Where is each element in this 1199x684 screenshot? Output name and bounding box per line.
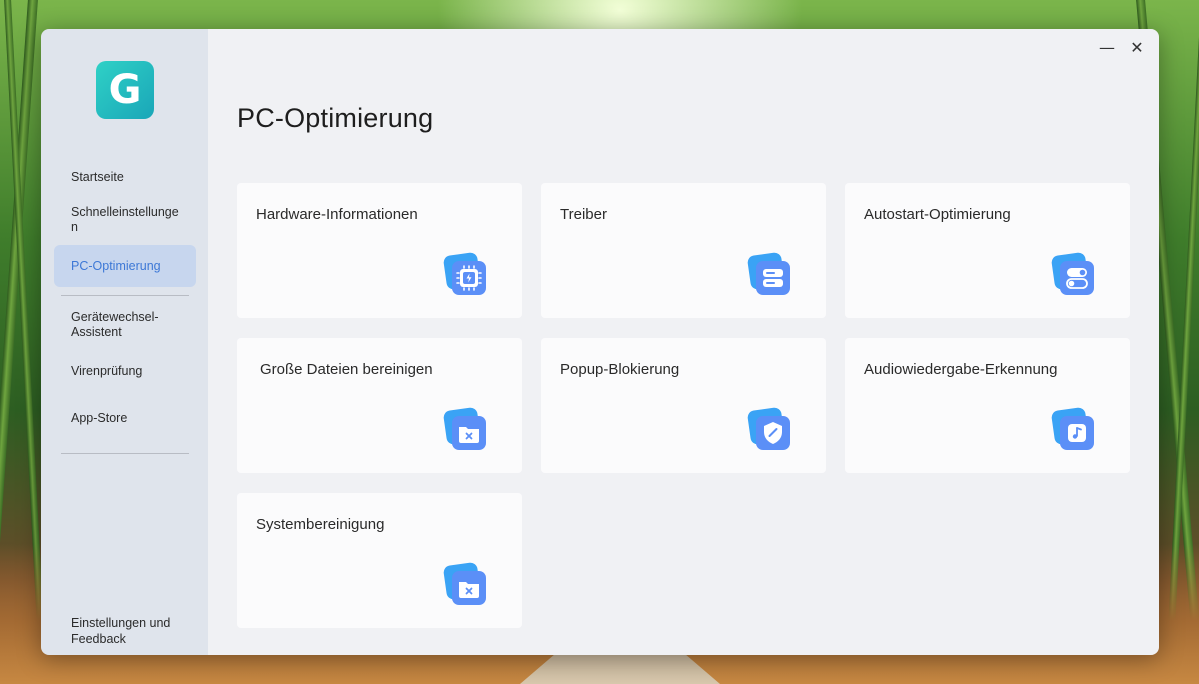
sidebar-nav: Startseite Schnelleinstellungen PC-Optim… — [54, 159, 196, 454]
sidebar-item-label: PC-Optimierung — [71, 258, 161, 273]
card-autostart-optimierung[interactable]: Autostart-Optimierung — [845, 183, 1130, 318]
app-logo: G — [96, 61, 154, 119]
sidebar-item-geraetewechsel[interactable]: Gerätewechsel-Assistent — [54, 296, 196, 354]
sidebar-item-app-store[interactable]: App-Store — [54, 388, 196, 448]
minimize-button[interactable]: — — [1099, 39, 1115, 57]
sidebar-item-label: Schnelleinstellungen — [71, 205, 179, 234]
card-popup-blokierung[interactable]: Popup-Blokierung — [541, 338, 826, 473]
shield-icon — [747, 407, 790, 450]
sidebar-item-label: App-Store — [71, 410, 128, 425]
card-hardware-informationen[interactable]: Hardware-Informationen — [237, 183, 522, 318]
sidebar-item-virenpruefung[interactable]: Virenprüfung — [54, 354, 196, 388]
sidebar: G Startseite Schnelleinstellungen PC-Opt… — [41, 29, 208, 655]
sidebar-item-label: Virenprüfung — [71, 363, 143, 378]
feature-grid: Hardware-Informationen Treiber Autostart… — [237, 183, 1130, 628]
folder-clean-icon — [443, 407, 486, 450]
chip-icon — [443, 252, 486, 295]
folder-clean-icon — [443, 562, 486, 605]
page-title: PC-Optimierung — [237, 103, 434, 133]
sidebar-item-label: Gerätewechsel-Assistent — [71, 310, 159, 339]
toggle-icon — [1051, 252, 1094, 295]
main-content: — ✕ PC-Optimierung Hardware-Informatione… — [208, 29, 1159, 655]
music-icon — [1051, 407, 1094, 450]
app-window: G Startseite Schnelleinstellungen PC-Opt… — [41, 29, 1159, 655]
drive-icon — [747, 252, 790, 295]
card-title: Popup-Blokierung — [560, 361, 680, 378]
card-audiowiedergabe-erkennung[interactable]: Audiowiedergabe-Erkennung — [845, 338, 1130, 473]
card-treiber[interactable]: Treiber — [541, 183, 826, 318]
sidebar-item-label: Startseite — [71, 169, 124, 184]
card-title: Treiber — [560, 206, 607, 223]
close-button[interactable]: ✕ — [1129, 39, 1145, 57]
card-systembereinigung[interactable]: Systembereinigung — [237, 493, 522, 628]
card-title: Systembereinigung — [256, 516, 385, 533]
card-title: Große Dateien bereinigen — [260, 361, 433, 378]
sidebar-item-pc-optimierung[interactable]: PC-Optimierung — [54, 245, 196, 287]
card-title: Autostart-Optimierung — [864, 206, 1011, 223]
card-grosse-dateien-bereinigen[interactable]: Große Dateien bereinigen — [237, 338, 522, 473]
logo-letter: G — [108, 67, 142, 113]
window-controls: — ✕ — [1099, 39, 1145, 57]
sidebar-item-schnelleinstellungen[interactable]: Schnelleinstellungen — [54, 195, 196, 245]
nav-divider — [61, 453, 189, 454]
card-title: Audiowiedergabe-Erkennung — [864, 361, 1058, 378]
settings-feedback-link[interactable]: Einstellungen und Feedback — [71, 615, 191, 647]
sidebar-item-startseite[interactable]: Startseite — [54, 159, 196, 195]
card-title: Hardware-Informationen — [256, 206, 418, 223]
